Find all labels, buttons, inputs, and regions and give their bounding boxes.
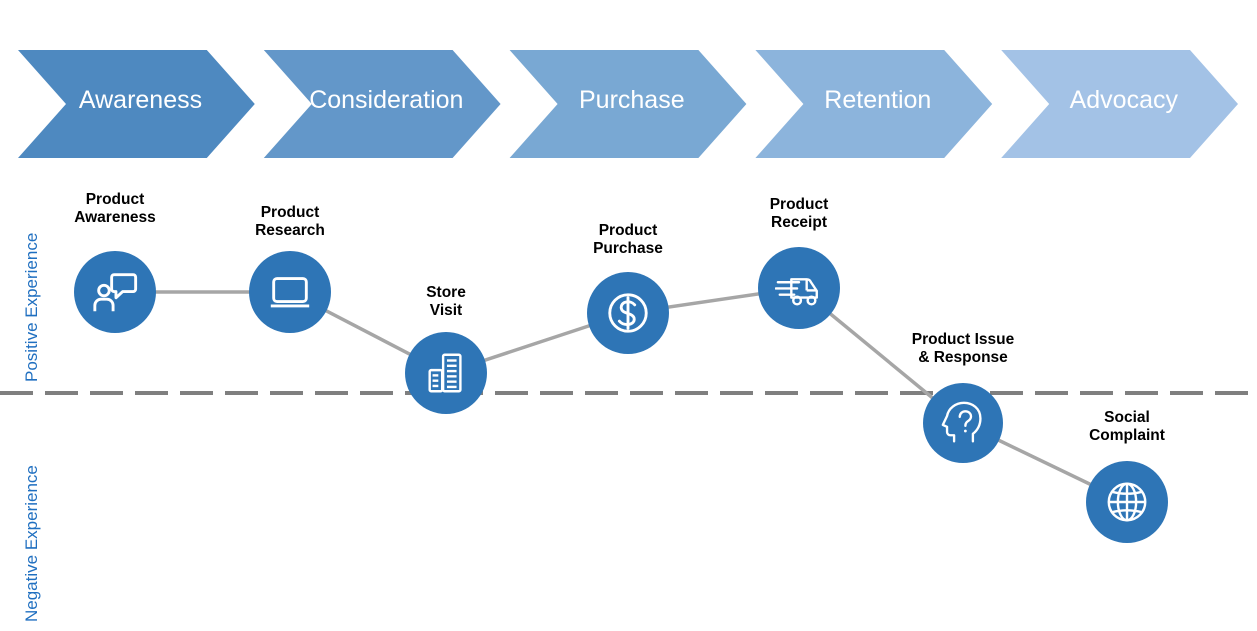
globe-icon (1107, 482, 1147, 522)
stage-label-consideration: Consideration (309, 86, 464, 114)
laptop-icon (270, 277, 310, 308)
node-label-store-visit: Store Visit (426, 284, 466, 319)
node-icon-wrapper-social-complaint (1103, 478, 1151, 526)
stage-label-awareness: Awareness (78, 86, 203, 114)
node-label-social-complaint: Social Complaint (1089, 409, 1165, 444)
customer-journey-diagram: Awareness Consideration Purchase Retention A… (0, 0, 1257, 631)
node-label-product-issue-response: Product Issue & Response (911, 331, 1015, 366)
stage-label-purchase: Purchase (579, 86, 685, 114)
stage-label-retention: Retention (824, 86, 932, 114)
buildings-icon (428, 353, 462, 393)
node-icon-wrapper-product-research (266, 268, 314, 316)
axis-label-negative-experience: Negative Experience (22, 465, 41, 622)
node-icon-wrapper-product-receipt (774, 264, 823, 312)
node-icon-wrapper-product-issue-response (940, 400, 987, 447)
stage-label-advocacy: Advocacy (1069, 86, 1178, 114)
node-icon-wrapper-store-visit (422, 349, 470, 397)
axis-label-positive-experience: Positive Experience (22, 232, 41, 382)
person-speech-bubble-icon (93, 273, 138, 312)
node-label-product-receipt: Product Receipt (769, 196, 829, 231)
node-icon-wrapper-product-purchase (604, 289, 652, 337)
node-icon-wrapper-product-awareness (91, 268, 139, 316)
head-question-icon (941, 401, 982, 443)
delivery-truck-icon (774, 278, 818, 306)
dollar-circle-icon (608, 293, 648, 333)
node-label-product-research: Product Research (255, 204, 325, 239)
